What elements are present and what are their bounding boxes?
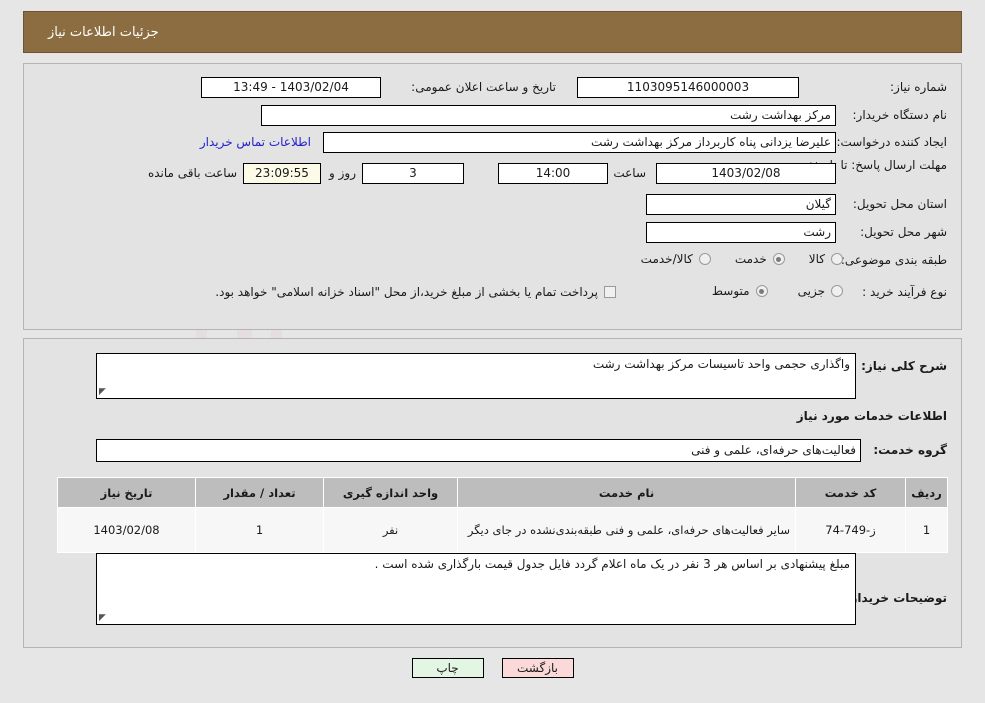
category-radio-group: کالا خدمت کالا/خدمت	[641, 252, 843, 266]
column-header-service-name: نام خدمت	[457, 477, 796, 508]
process-option-0-label: جزیی	[797, 284, 825, 298]
page-title: جزئیات اطلاعات نیاز	[48, 24, 159, 40]
hour-label: ساعت	[613, 166, 646, 180]
column-header-quantity: تعداد / مقدار	[195, 477, 324, 508]
process-radio-group: جزیی متوسط	[712, 284, 843, 298]
services-table: ردیف کد خدمت نام خدمت واحد اندازه گیری ت…	[57, 477, 948, 553]
public-announce-label: تاریخ و ساعت اعلان عمومی:	[411, 80, 556, 94]
description-value: واگذاری حجمی واحد تاسیسات مرکز بهداشت رش…	[592, 357, 850, 371]
buyer-notes-textarea[interactable]: مبلغ پیشنهادی بر اساس هر 3 نفر در یک ماه…	[96, 553, 856, 625]
buyer-org-value: مرکز بهداشت رشت	[261, 105, 836, 126]
buyer-notes-value: مبلغ پیشنهادی بر اساس هر 3 نفر در یک ماه…	[374, 557, 850, 571]
buyer-contact-link[interactable]: اطلاعات تماس خریدار	[200, 135, 311, 149]
description-label: شرح کلی نیاز:	[861, 359, 947, 373]
deadline-date-value: 1403/02/08	[656, 163, 836, 184]
cell-row-no: 1	[905, 507, 948, 553]
category-label: طبقه بندی موضوعی:	[840, 253, 947, 267]
buyer-org-label: نام دستگاه خریدار:	[852, 108, 948, 122]
cell-need-date: 1403/02/08	[57, 507, 196, 553]
need-number-value: 1103095146000003	[577, 77, 799, 98]
days-label: روز و	[329, 166, 356, 180]
table-header-row: ردیف کد خدمت نام خدمت واحد اندازه گیری ت…	[57, 477, 948, 508]
deadline-time-value: 14:00	[498, 163, 608, 184]
creator-value: علیرضا یزدانی پناه کاربرداز مرکز بهداشت …	[323, 132, 836, 153]
column-header-need-date: تاریخ نیاز	[57, 477, 196, 508]
province-value: گیلان	[646, 194, 836, 215]
process-row-label: نوع فرآیند خرید :	[862, 285, 947, 299]
cell-quantity: 1	[195, 507, 324, 553]
treasury-note-text: پرداخت تمام یا بخشی از مبلغ خرید،از محل …	[215, 285, 598, 299]
category-option-0[interactable]: کالا	[809, 252, 843, 266]
process-label: نوع فرآیند خرید :	[862, 285, 947, 299]
table-row: 1 ز-749-74 سایر فعالیت‌های حرفه‌ای، علمی…	[57, 507, 948, 553]
process-option-0[interactable]: جزیی	[798, 284, 843, 298]
creator-label: ایجاد کننده درخواست:	[836, 135, 947, 149]
city-row: شهر محل تحویل:	[860, 225, 947, 239]
province-label: استان محل تحویل:	[852, 197, 947, 211]
category-row-label: طبقه بندی موضوعی:	[841, 253, 947, 267]
radio-icon[interactable]	[831, 253, 843, 265]
city-label: شهر محل تحویل:	[860, 225, 947, 239]
column-header-service-code: کد خدمت	[795, 477, 906, 508]
back-button[interactable]: بازگشت	[501, 658, 574, 678]
service-group-label: گروه خدمت:	[873, 443, 947, 457]
radio-icon[interactable]	[831, 285, 843, 297]
need-number-row: شماره نیاز:	[890, 80, 947, 94]
resize-grip-icon[interactable]: ◥	[99, 387, 108, 397]
category-option-1-label: خدمت	[734, 252, 767, 266]
column-header-row-no: ردیف	[905, 477, 948, 508]
action-button-bar: بازگشت چاپ	[0, 658, 985, 678]
service-details-panel: شرح کلی نیاز: واگذاری حجمی واحد تاسیسات …	[23, 338, 962, 648]
process-option-1[interactable]: متوسط	[712, 284, 768, 298]
public-announce-value: 1403/02/04 - 13:49	[201, 77, 381, 98]
checkbox-icon[interactable]	[604, 286, 616, 298]
services-section-title: اطلاعات خدمات مورد نیاز	[796, 409, 947, 423]
radio-icon[interactable]	[755, 285, 768, 297]
column-header-unit: واحد اندازه گیری	[323, 477, 458, 508]
treasury-note-checkbox-wrap[interactable]: پرداخت تمام یا بخشی از مبلغ خرید،از محل …	[215, 285, 616, 299]
buyer-notes-label: توضیحات خریدار:	[845, 591, 947, 605]
deadline-label-wrap: مهلت ارسال پاسخ: تا تاریخ:	[809, 158, 947, 173]
category-option-2[interactable]: کالا/خدمت	[641, 252, 711, 266]
radio-icon[interactable]	[772, 253, 785, 265]
countdown-timer: 23:09:55	[243, 163, 321, 184]
cell-service-code: ز-749-74	[795, 507, 906, 553]
cell-service-name: سایر فعالیت‌های حرفه‌ای، علمی و فنی طبقه…	[457, 507, 796, 553]
province-row: استان محل تحویل:	[853, 197, 947, 211]
service-group-value: فعالیت‌های حرفه‌ای، علمی و فنی	[96, 439, 861, 462]
category-option-0-label: کالا	[808, 252, 825, 266]
radio-icon[interactable]	[698, 253, 711, 265]
cell-unit: نفر	[323, 507, 458, 553]
resize-grip-icon[interactable]: ◥	[99, 613, 108, 623]
need-info-panel: شماره نیاز: 1103095146000003 تاریخ و ساع…	[23, 63, 962, 330]
page-title-bar: جزئیات اطلاعات نیاز	[23, 11, 962, 53]
public-announce-label-wrap: تاریخ و ساعت اعلان عمومی:	[411, 80, 556, 94]
remaining-hours-label: ساعت باقی مانده	[147, 166, 237, 180]
print-button[interactable]: چاپ	[411, 658, 484, 678]
city-value: رشت	[646, 222, 836, 243]
need-number-label: شماره نیاز:	[890, 80, 947, 94]
category-option-1[interactable]: خدمت	[735, 252, 785, 266]
description-textarea[interactable]: واگذاری حجمی واحد تاسیسات مرکز بهداشت رش…	[96, 353, 856, 399]
buyer-org-row: نام دستگاه خریدار:	[853, 108, 948, 122]
creator-row: ایجاد کننده درخواست:	[836, 135, 947, 149]
remaining-days-value: 3	[362, 163, 464, 184]
category-option-2-label: کالا/خدمت	[640, 252, 693, 266]
process-option-1-label: متوسط	[711, 284, 750, 298]
